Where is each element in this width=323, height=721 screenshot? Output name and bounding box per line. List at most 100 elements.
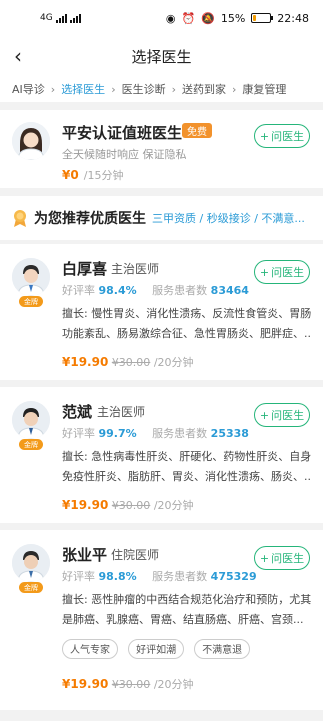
step-ai-triage[interactable]: AI导诊 <box>12 81 45 97</box>
male-doctor-avatar-icon <box>12 258 50 296</box>
on-duty-price-row: ¥0 /15分钟 <box>62 164 124 183</box>
ask-doctor-button[interactable]: + 问医生 <box>254 403 310 427</box>
plus-icon: + <box>259 129 270 143</box>
price: ¥19.90 <box>62 677 109 691</box>
served-label: 服务患者数 <box>152 284 208 297</box>
eye-icon: ◉ <box>165 11 176 25</box>
duration: /20分钟 <box>153 356 194 369</box>
network-type: 4G <box>40 13 53 23</box>
battery-icon <box>251 13 274 23</box>
chevron-right-icon: › <box>232 82 237 96</box>
free-badge: 免费 <box>182 123 212 138</box>
gold-badge: 金牌 <box>19 296 43 307</box>
rating-value: 98.8% <box>98 570 137 583</box>
on-duty-subtitle: 全天候随时响应 保证隐私 <box>62 148 187 161</box>
chevron-right-icon: › <box>111 82 116 96</box>
doctor-stats: 好评率 98.4% 服务患者数 83464 <box>62 282 249 298</box>
on-duty-doctor-card[interactable]: 平安认证值班医生 免费 全天候随时响应 保证隐私 ¥0 /15分钟 + 问医生 <box>0 110 323 188</box>
price-row: ¥19.90 ¥30.00 /20分钟 <box>62 354 194 370</box>
recommend-tags: 三甲资质 / 秒级接诊 / 不满意... <box>152 212 305 225</box>
ask-doctor-label: 问医生 <box>271 409 305 422</box>
doctor-specialty: 擅长: 急性病毒性肝炎、肝硬化、药物性肝炎、自身 免疫性肝炎、脂肪肝、胃炎、消化… <box>62 447 312 487</box>
price: ¥19.90 <box>62 355 109 369</box>
chevron-right-icon: › <box>171 82 176 96</box>
gold-badge: 金牌 <box>19 582 43 593</box>
specialty-line: 擅长: 恶性肿瘤的中西结合规范化治疗和预防，尤其 <box>62 593 312 606</box>
gold-badge: 金牌 <box>19 439 43 450</box>
ask-doctor-label: 问医生 <box>271 130 305 143</box>
specialty-line: 擅长: 急性病毒性肝炎、肝硬化、药物性肝炎、自身 <box>62 450 312 463</box>
price: ¥0 <box>62 168 79 182</box>
doctor-card[interactable]: 金牌 张业平 住院医师 好评率 98.8% 服务患者数 475329 擅长: 恶… <box>0 530 323 710</box>
status-bar: 4G ◉ ⏰ 🔕 15% 22:48 <box>0 0 323 36</box>
nav-header: ‹ 选择医生 <box>0 36 323 76</box>
doctor-tags: 人气专家 好评如潮 不满意退 <box>62 638 255 659</box>
plus-icon: + <box>259 265 270 279</box>
ask-doctor-button[interactable]: + 问医生 <box>254 546 310 570</box>
served-value: 475329 <box>210 570 257 583</box>
avatar <box>12 401 50 439</box>
doctor-stats: 好评率 98.8% 服务患者数 475329 <box>62 568 257 584</box>
step-diagnosis[interactable]: 医生诊断 <box>122 81 166 97</box>
original-price: ¥30.00 <box>111 678 151 691</box>
rating-value: 99.7% <box>98 427 137 440</box>
specialty-line: 擅长: 慢性胃炎、消化性溃疡、反流性食管炎、胃肠 <box>62 307 312 320</box>
served-value: 25338 <box>210 427 249 440</box>
recommend-header: 为您推荐优质医生 三甲资质 / 秒级接诊 / 不满意... <box>0 196 323 240</box>
rating-label: 好评率 <box>62 427 95 440</box>
male-doctor-avatar-icon <box>12 544 50 582</box>
price-row: ¥19.90 ¥30.00 /20分钟 <box>62 676 194 692</box>
avatar <box>12 122 50 160</box>
doctor-title: 主治医师 <box>111 262 160 276</box>
duration: /20分钟 <box>153 499 194 512</box>
chevron-right-icon: › <box>50 82 56 96</box>
clock: 22:48 <box>277 11 309 25</box>
original-price: ¥30.00 <box>111 499 151 512</box>
medal-icon <box>14 210 26 227</box>
signal-icon-2 <box>69 13 81 23</box>
doctor-card[interactable]: 金牌 白厚喜 主治医师 好评率 98.4% 服务患者数 83464 擅长: 慢性… <box>0 244 323 380</box>
recommend-title: 为您推荐优质医生 <box>34 211 146 227</box>
specialty-line: 免疫性肝炎、脂肪肝、胃炎、消化性溃疡、肠炎、... <box>62 470 312 483</box>
original-price: ¥30.00 <box>111 356 151 369</box>
page-title: 选择医生 <box>131 47 192 66</box>
ask-doctor-label: 问医生 <box>271 266 305 279</box>
mute-icon: 🔕 <box>201 11 215 25</box>
on-duty-title: 平安认证值班医生 <box>62 124 183 142</box>
doctor-name: 白厚喜 <box>62 260 108 278</box>
ask-doctor-button[interactable]: + 问医生 <box>254 260 310 284</box>
served-value: 83464 <box>210 284 249 297</box>
price: ¥19.90 <box>62 498 109 512</box>
tag-chip: 好评如潮 <box>128 638 185 659</box>
doctor-title: 主治医师 <box>97 405 146 419</box>
rating-value: 98.4% <box>98 284 137 297</box>
ask-doctor-label: 问医生 <box>271 552 305 565</box>
alarm-icon: ⏰ <box>181 11 196 25</box>
specialty-line: 功能紊乱、肠易激综合征、急性胃肠炎、肥胖症、... <box>62 327 312 340</box>
tag-chip: 不满意退 <box>194 638 251 659</box>
doctor-card[interactable]: 金牌 范斌 主治医师 好评率 99.7% 服务患者数 25338 擅长: 急性病… <box>0 387 323 523</box>
duration: /15分钟 <box>83 169 124 182</box>
doctor-name: 张业平 <box>62 546 108 564</box>
doctor-name: 范斌 <box>62 403 93 421</box>
battery-percent: 15% <box>220 11 246 25</box>
doctor-specialty: 擅长: 恶性肿瘤的中西结合规范化治疗和预防，尤其 是肺癌、乳腺癌、胃癌、结直肠癌… <box>62 590 312 630</box>
served-label: 服务患者数 <box>152 427 208 440</box>
male-doctor-avatar-icon <box>12 401 50 439</box>
avatar <box>12 544 50 582</box>
female-doctor-avatar-icon <box>12 122 50 160</box>
rating-label: 好评率 <box>62 284 95 297</box>
price-row: ¥19.90 ¥30.00 /20分钟 <box>62 497 194 513</box>
signal-icon <box>55 13 67 23</box>
ask-doctor-button[interactable]: + 问医生 <box>254 124 310 148</box>
step-choose-doctor[interactable]: 选择医生 <box>61 81 105 97</box>
signal-indicators: 4G <box>40 13 81 23</box>
step-rehab[interactable]: 康复管理 <box>242 81 286 97</box>
rating-label: 好评率 <box>62 570 95 583</box>
tag-chip: 人气专家 <box>62 638 118 659</box>
duration: /20分钟 <box>153 678 194 691</box>
step-delivery[interactable]: 送药到家 <box>182 81 226 97</box>
plus-icon: + <box>259 408 270 422</box>
doctor-stats: 好评率 99.7% 服务患者数 25338 <box>62 425 249 441</box>
back-arrow-icon[interactable]: ‹ <box>14 44 22 68</box>
